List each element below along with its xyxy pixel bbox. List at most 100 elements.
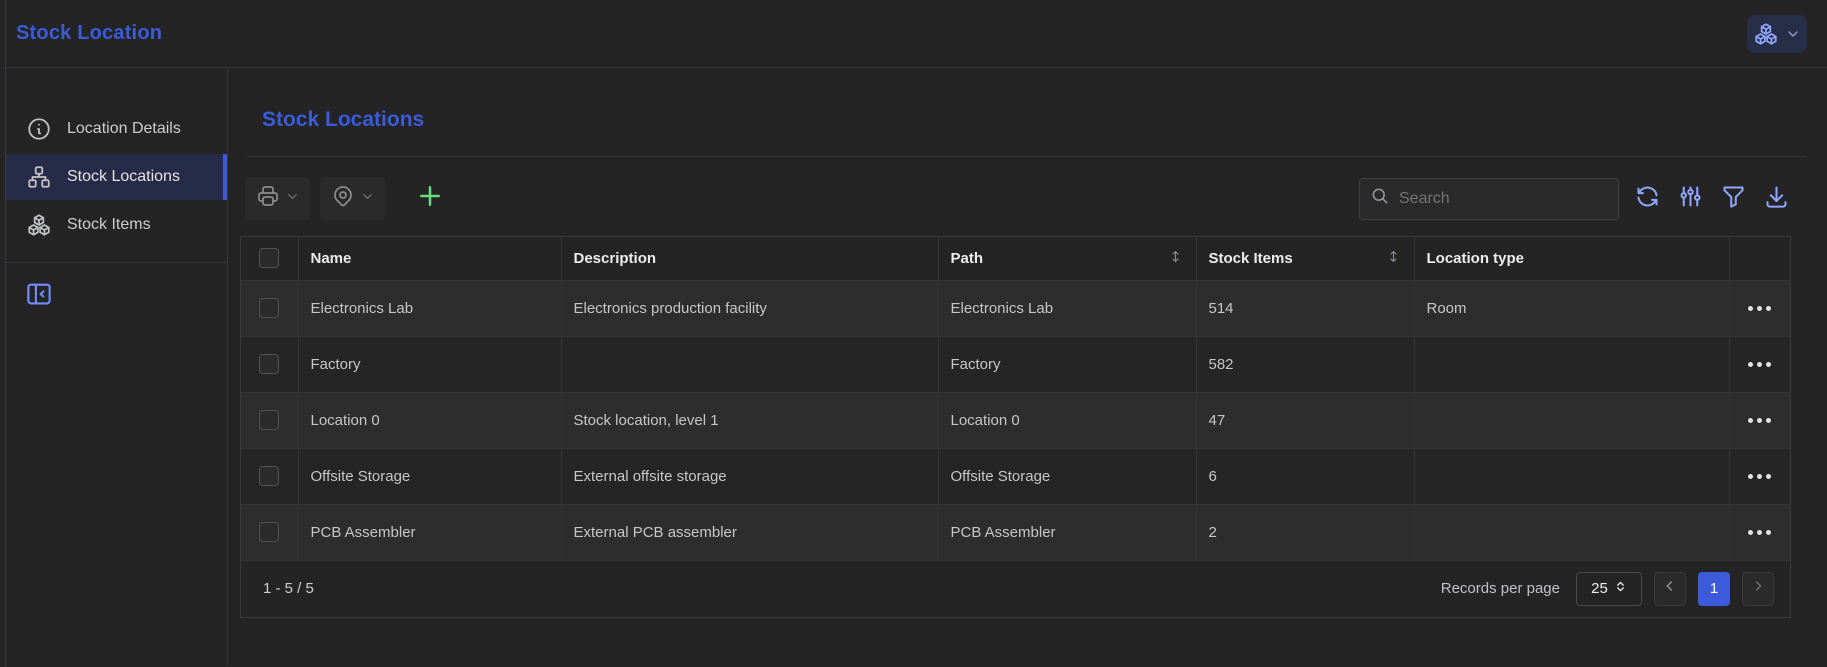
column-header-path[interactable]: Path <box>938 237 1196 280</box>
cell-path: Location 0 <box>938 392 1196 448</box>
sidebar: Location Details Stock Locations <box>6 68 228 666</box>
row-menu-button[interactable] <box>1742 474 1779 479</box>
table-footer: 1 - 5 / 5 Records per page 25 <box>241 561 1790 617</box>
cell-stock-items: 582 <box>1196 336 1414 392</box>
chevron-down-icon <box>285 189 300 209</box>
row-checkbox[interactable] <box>259 298 279 318</box>
records-per-page-select[interactable]: 25 <box>1576 572 1642 606</box>
cell-location-type: Room <box>1414 280 1729 336</box>
row-menu-button[interactable] <box>1742 530 1779 535</box>
sidebar-item-label: Stock Items <box>67 216 151 234</box>
column-header-actions <box>1729 237 1790 280</box>
chevron-left-icon <box>1662 578 1678 599</box>
printer-icon <box>256 184 280 213</box>
row-menu-button[interactable] <box>1742 418 1779 423</box>
page-number-button[interactable]: 1 <box>1698 572 1730 606</box>
adjustments-icon <box>1677 183 1704 215</box>
cell-stock-items: 514 <box>1196 280 1414 336</box>
download-icon <box>1763 183 1790 215</box>
page-title: Stock Location <box>16 22 162 45</box>
cell-location-type <box>1414 448 1729 504</box>
cell-path: Offsite Storage <box>938 448 1196 504</box>
download-button[interactable] <box>1761 184 1791 214</box>
table-row[interactable]: Offsite Storage External offsite storage… <box>241 448 1790 504</box>
search-icon <box>1370 186 1390 211</box>
row-checkbox[interactable] <box>259 410 279 430</box>
column-header-stock-items[interactable]: Stock Items <box>1196 237 1414 280</box>
column-header-location-type[interactable]: Location type <box>1414 237 1729 280</box>
sitemap-icon <box>26 164 52 190</box>
column-header-name[interactable]: Name <box>298 237 561 280</box>
next-page-button[interactable] <box>1742 572 1774 606</box>
previous-page-button[interactable] <box>1654 572 1686 606</box>
cell-stock-items: 47 <box>1196 392 1414 448</box>
cell-description: External offsite storage <box>561 448 938 504</box>
search-box <box>1359 178 1619 220</box>
table-row[interactable]: Electronics Lab Electronics production f… <box>241 280 1790 336</box>
sidebar-item-label: Location Details <box>67 120 181 138</box>
heading-divider <box>247 156 1807 157</box>
sidebar-item-stock-items[interactable]: Stock Items <box>6 202 227 248</box>
filter-button[interactable] <box>1718 184 1748 214</box>
refresh-icon <box>1634 183 1661 215</box>
app-container: Stock Location Lo <box>5 0 1827 667</box>
table-row[interactable]: Location 0 Stock location, level 1 Locat… <box>241 392 1790 448</box>
print-actions-button[interactable] <box>245 177 310 220</box>
cell-path: PCB Assembler <box>938 504 1196 560</box>
location-actions-button[interactable] <box>320 177 385 220</box>
packages-icon <box>1753 21 1779 47</box>
sidebar-divider <box>6 262 227 263</box>
packages-icon <box>26 212 52 238</box>
row-menu-button[interactable] <box>1742 306 1779 311</box>
refresh-button[interactable] <box>1632 184 1662 214</box>
plus-icon <box>415 181 445 216</box>
search-input[interactable] <box>1399 190 1608 208</box>
table-row[interactable]: Factory Factory 582 <box>241 336 1790 392</box>
sidebar-item-label: Stock Locations <box>67 168 180 186</box>
add-location-button[interactable] <box>413 177 447 220</box>
cell-name: PCB Assembler <box>298 504 561 560</box>
cell-stock-items: 6 <box>1196 448 1414 504</box>
chevron-right-icon <box>1750 578 1766 599</box>
filter-icon <box>1720 183 1747 215</box>
map-pin-icon <box>331 184 355 213</box>
table-toolbar <box>240 177 1791 220</box>
sort-icon <box>1385 248 1402 269</box>
section-heading: Stock Locations <box>262 108 1827 132</box>
sidebar-item-location-details[interactable]: Location Details <box>6 106 227 152</box>
record-count: 1 - 5 / 5 <box>263 580 314 597</box>
table-row[interactable]: PCB Assembler External PCB assembler PCB… <box>241 504 1790 560</box>
info-circle-icon <box>26 116 52 142</box>
cell-location-type <box>1414 336 1729 392</box>
cell-description: Electronics production facility <box>561 280 938 336</box>
cell-description: Stock location, level 1 <box>561 392 938 448</box>
cell-description: External PCB assembler <box>561 504 938 560</box>
row-checkbox[interactable] <box>259 466 279 486</box>
row-menu-button[interactable] <box>1742 362 1779 367</box>
cell-path: Factory <box>938 336 1196 392</box>
sort-icon <box>1167 248 1184 269</box>
table-header-row: Name Description Path <box>241 237 1790 280</box>
select-all-checkbox[interactable] <box>259 248 279 268</box>
cell-description <box>561 336 938 392</box>
sidebar-collapse-button[interactable] <box>24 279 56 311</box>
chevron-down-icon <box>360 189 375 209</box>
selector-icon <box>1614 580 1627 597</box>
table-options-button[interactable] <box>1675 184 1705 214</box>
stock-nav-button[interactable] <box>1747 15 1807 53</box>
cell-name: Offsite Storage <box>298 448 561 504</box>
chevron-down-icon <box>1785 26 1801 42</box>
cell-name: Electronics Lab <box>298 280 561 336</box>
cell-name: Factory <box>298 336 561 392</box>
sidebar-item-stock-locations[interactable]: Stock Locations <box>6 154 227 200</box>
row-checkbox[interactable] <box>259 522 279 542</box>
column-header-description[interactable]: Description <box>561 237 938 280</box>
row-checkbox[interactable] <box>259 354 279 374</box>
cell-name: Location 0 <box>298 392 561 448</box>
cell-path: Electronics Lab <box>938 280 1196 336</box>
main-panel: Stock Locations <box>228 68 1827 666</box>
top-header-bar: Stock Location <box>6 0 1827 68</box>
cell-location-type <box>1414 392 1729 448</box>
sidebar-collapse-icon <box>24 296 54 313</box>
cell-stock-items: 2 <box>1196 504 1414 560</box>
